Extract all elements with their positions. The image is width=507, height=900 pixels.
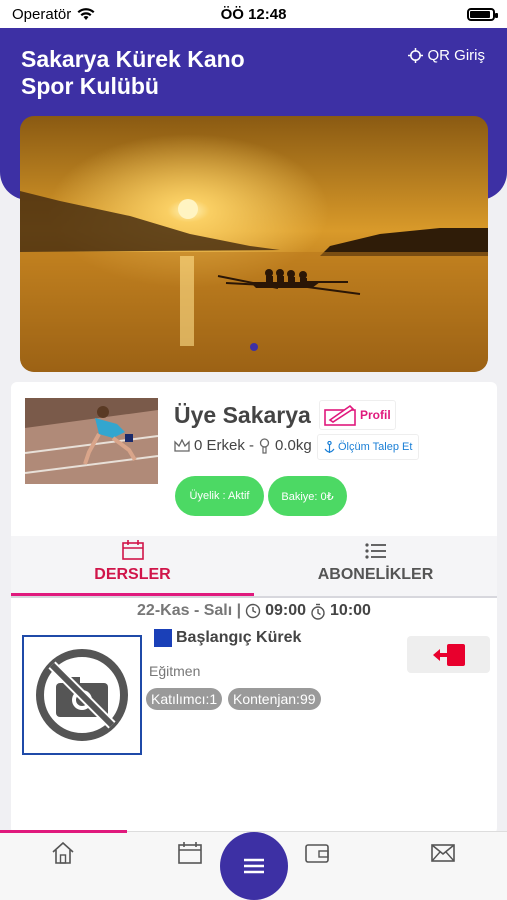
lesson-name: Başlangıç Kürek — [176, 629, 302, 646]
hamburger-menu-icon — [244, 858, 264, 874]
rowing-sunset-photo — [20, 116, 488, 372]
battery-level — [470, 10, 490, 18]
crosshair-icon — [407, 48, 423, 63]
club-title: Sakarya Kürek Kano Spor Kulübü — [21, 46, 245, 99]
nav-wallet[interactable] — [304, 840, 330, 866]
menu-button[interactable] — [220, 832, 288, 900]
stopwatch-icon — [311, 603, 325, 620]
status-left: Operatör — [12, 6, 95, 23]
list-icon — [364, 543, 386, 559]
anchor-icon — [324, 440, 335, 453]
profile-card: Üye Sakarya Profil 0 Erkek - 0.0kg Ölçüm… — [11, 382, 497, 834]
weight-label: 0.0kg — [275, 437, 312, 454]
runner-photo-icon — [25, 398, 158, 484]
lesson-image — [22, 635, 142, 755]
envelope-icon — [431, 844, 455, 862]
status-time: ÖÖ 12:48 — [220, 5, 287, 23]
qr-login-label: QR Giriş — [427, 47, 486, 64]
status-bar: Operatör ÖÖ 12:48 — [0, 0, 507, 28]
carousel-dot[interactable] — [250, 343, 258, 351]
nav-home[interactable] — [50, 840, 76, 866]
lesson-title: Başlangıç Kürek — [154, 629, 301, 647]
calendar-icon — [121, 540, 144, 560]
trainer-label: Eğitmen — [149, 663, 201, 679]
member-photo — [25, 398, 158, 484]
calendar-icon — [178, 842, 202, 864]
tab-lessons-label: DERSLER — [94, 566, 171, 583]
carrier: Operatör — [12, 5, 72, 23]
gender-label: 0 Erkek - — [194, 437, 255, 454]
clock-icon — [245, 603, 261, 619]
tab-subscriptions-label: ABONELİKLER — [317, 566, 434, 583]
lesson-schedule: 22-Kas - Salı | 09:00 10:00 — [11, 602, 497, 620]
no-photo-icon — [36, 649, 128, 741]
battery-icon — [467, 7, 498, 21]
edit-pen-icon — [324, 404, 356, 426]
tab-bar: DERSLER ABONELİKLER — [11, 536, 497, 596]
leave-lesson-button[interactable] — [407, 636, 490, 673]
profile-button[interactable]: Profil — [319, 400, 396, 430]
tab-subscriptions[interactable]: ABONELİKLER — [254, 536, 497, 596]
membership-status-badge[interactable]: Üyelik : Aktif — [175, 476, 264, 516]
crown-icon — [174, 438, 190, 452]
wifi-icon — [77, 8, 95, 20]
lesson-end: 10:00 — [330, 602, 371, 619]
divider — [11, 596, 497, 598]
measure-label: Ölçüm Talep Et — [338, 441, 413, 453]
weight-icon — [259, 437, 270, 454]
quota-badge: Kontenjan:99 — [228, 688, 321, 710]
lesson-start: 09:00 — [265, 602, 307, 619]
balance-badge[interactable]: Bakiye: 0₺ — [268, 476, 347, 516]
banner-carousel[interactable] — [20, 116, 488, 372]
lesson-date: 22-Kas - Salı | — [137, 602, 242, 619]
flag-icon — [154, 629, 172, 647]
tab-lessons[interactable]: DERSLER — [11, 536, 254, 596]
sign-out-icon — [432, 643, 465, 666]
measure-request-button[interactable]: Ölçüm Talep Et — [317, 434, 420, 460]
participants-badge: Katılımcı:1 — [146, 688, 223, 710]
nav-indicator — [0, 830, 127, 833]
member-name: Üye Sakarya — [174, 402, 311, 428]
nav-messages[interactable] — [430, 840, 456, 866]
home-icon — [52, 842, 74, 864]
nav-calendar[interactable] — [177, 840, 203, 866]
profile-label: Profil — [360, 408, 391, 422]
qr-login-button[interactable]: QR Giriş — [407, 47, 486, 64]
member-stats: 0 Erkek - 0.0kg — [174, 437, 312, 454]
wallet-icon — [305, 844, 329, 863]
